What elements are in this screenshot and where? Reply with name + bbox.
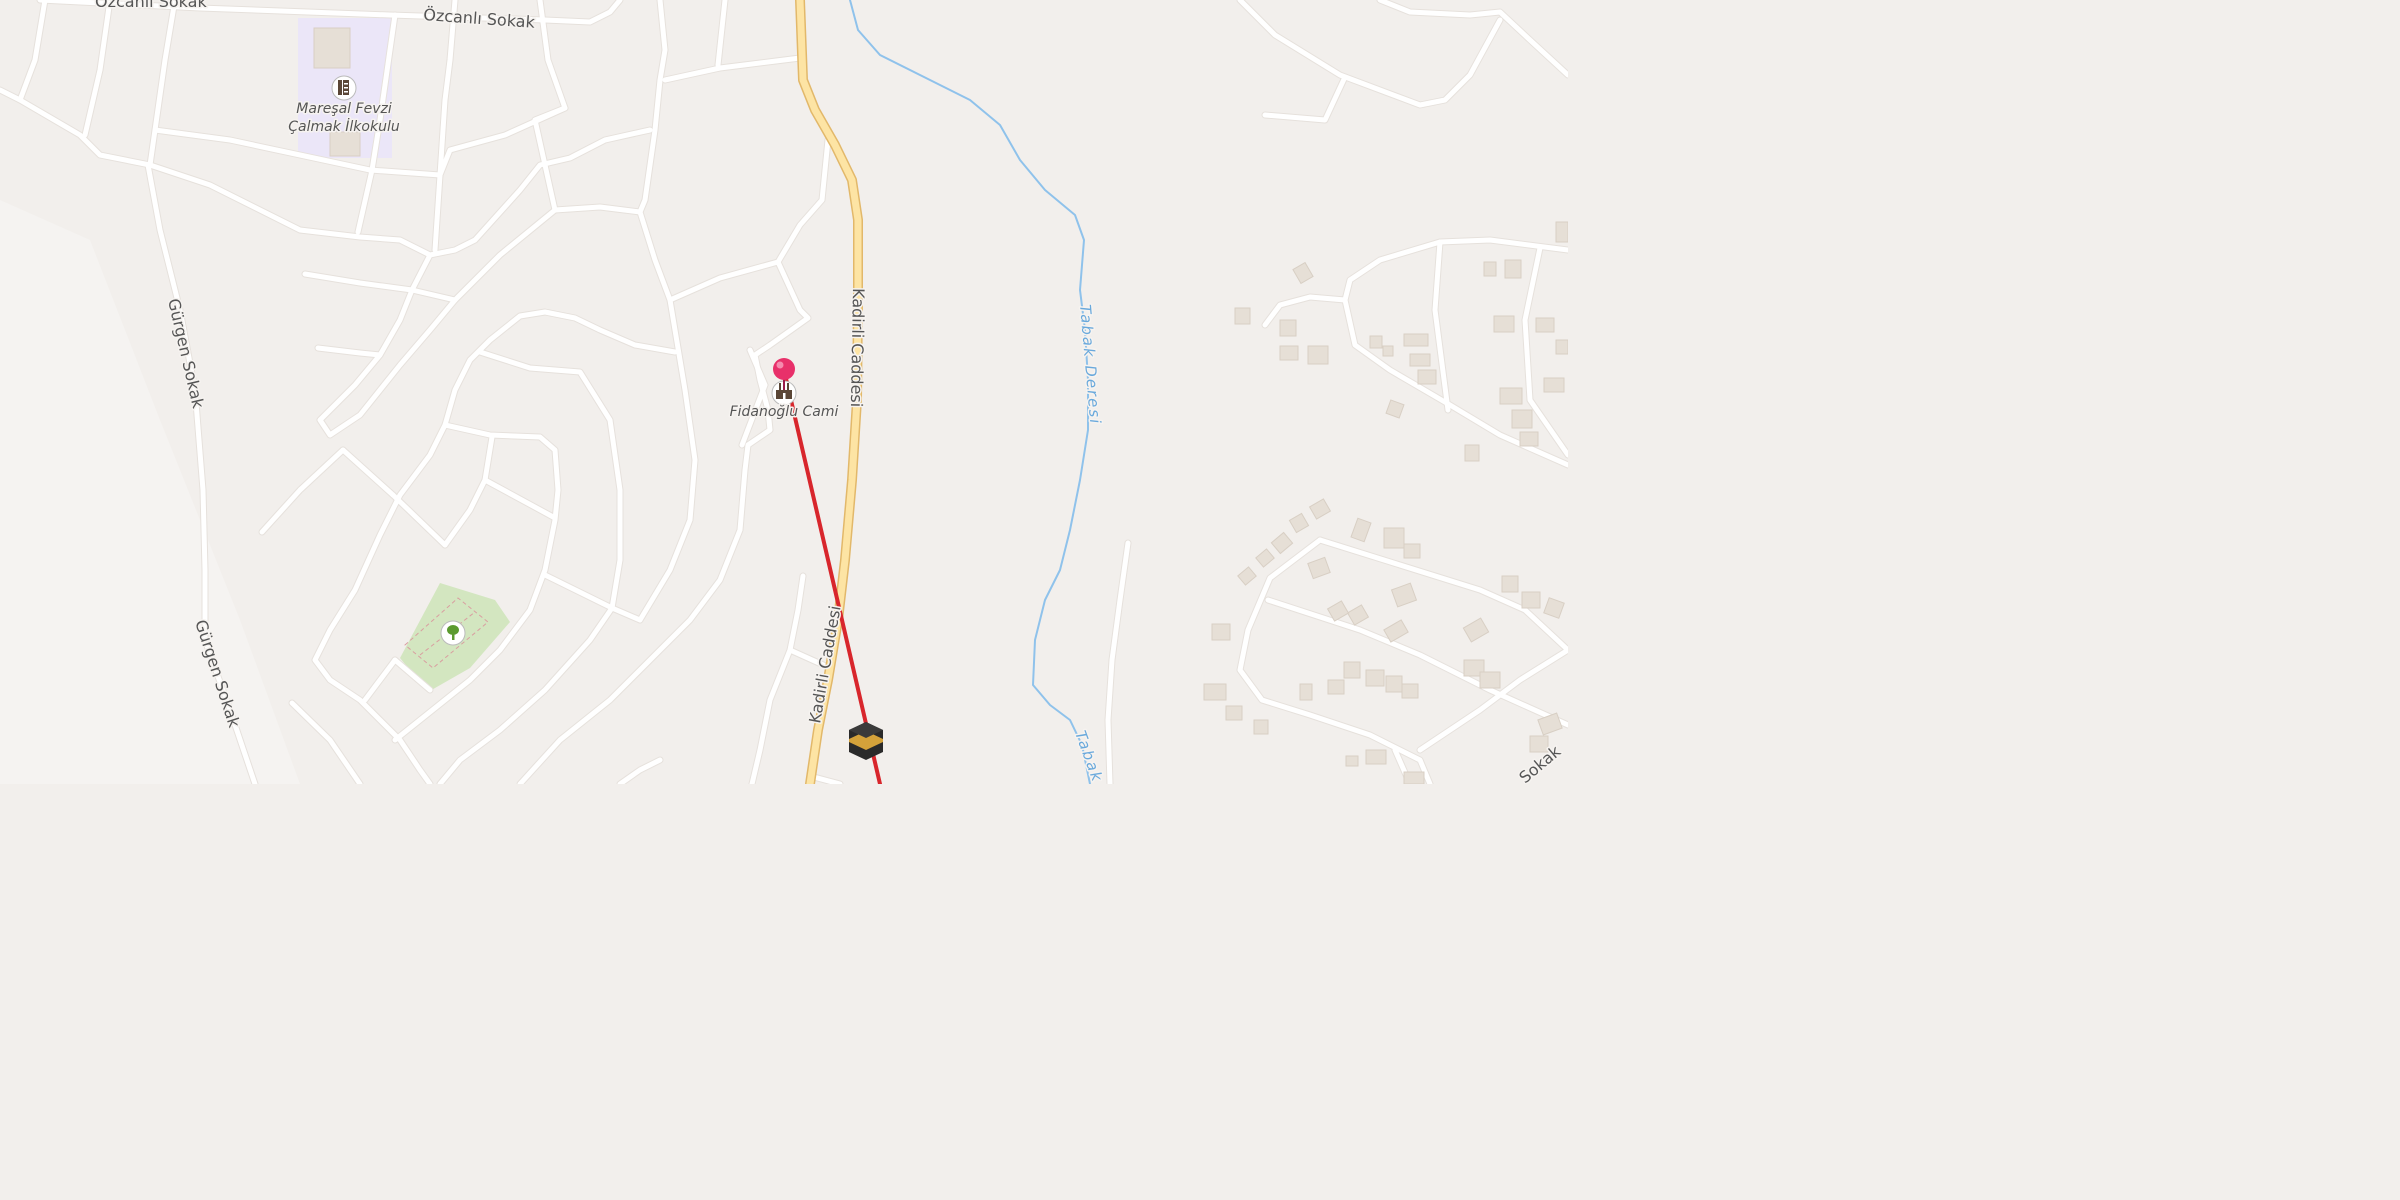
stream-label-tabak: Tabak: [1071, 728, 1106, 784]
school-icon: [338, 80, 349, 95]
street-label-ozcanli-sokak: Özcanlı Sokak: [423, 5, 536, 32]
map-canvas[interactable]: Özcanlı Sokak Özcanlı Sokak Gürgen Sokak…: [0, 0, 1568, 784]
school-label-line2: Çalmak İlkokulu: [288, 117, 400, 135]
kaaba-icon: [849, 722, 883, 760]
qibla-direction-line: [782, 368, 882, 784]
school-label-line1: Mareşal Fevzi: [296, 101, 392, 117]
street-label-kadirli-caddesi: Kadirli Caddesi: [805, 604, 844, 725]
terrain-shade: [0, 200, 300, 784]
street-label-gurgen-sokak: Gürgen Sokak: [164, 297, 208, 411]
stream-label-tabak-deresi: Tabak Deresi: [1076, 304, 1104, 426]
school-building: [313, 27, 351, 69]
tabak-deresi-stream: [849, 0, 1091, 784]
school-building: [329, 131, 361, 157]
mosque-label: Fidanoğlu Cami: [730, 404, 839, 420]
street-label-kadirli-caddesi: Kadirli Caddesi: [847, 288, 868, 407]
poi-park[interactable]: [440, 620, 466, 646]
map-view[interactable]: Özcanlı Sokak Özcanlı Sokak Gürgen Sokak…: [0, 0, 1568, 784]
street-label-ozcanli-sokak: Özcanlı Sokak: [95, 0, 207, 11]
